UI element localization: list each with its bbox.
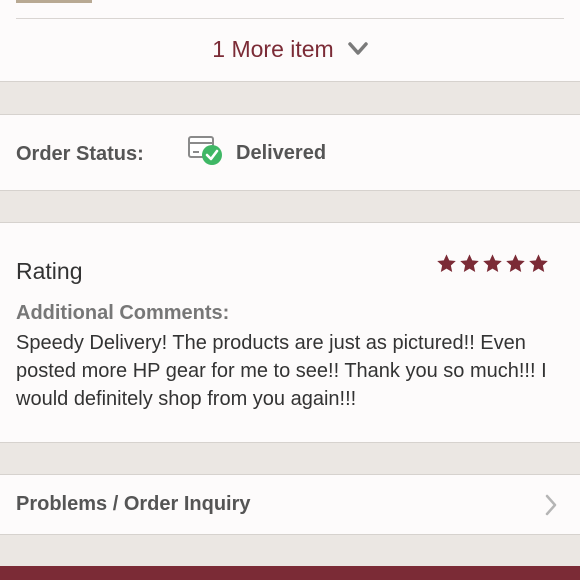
star-icon: [529, 254, 548, 272]
star-icon: [483, 254, 502, 272]
rating-card: Rating Additional Comments: Speedy Deliv…: [0, 222, 580, 443]
order-items-card: 1 More item: [0, 0, 580, 82]
more-items-button[interactable]: 1 More item: [0, 32, 580, 66]
chevron-right-icon: [544, 493, 558, 522]
additional-comments-label: Additional Comments:: [16, 302, 230, 324]
star-icon: [437, 254, 456, 272]
divider: [16, 18, 564, 19]
problems-order-inquiry-row[interactable]: Problems / Order Inquiry: [0, 474, 580, 535]
chevron-down-icon: [347, 42, 368, 56]
order-status-label: Order Status:: [16, 143, 144, 165]
star-icon: [506, 254, 525, 272]
order-status-card: Order Status: Delivered: [0, 114, 580, 191]
item-thumbnail[interactable]: [16, 0, 92, 3]
more-items-label: 1 More item: [212, 35, 334, 62]
bottom-action-bar[interactable]: [0, 566, 580, 580]
problems-order-inquiry-label: Problems / Order Inquiry: [16, 493, 251, 515]
additional-comments-text: Speedy Delivery! The products are just a…: [16, 332, 547, 410]
rating-label: Rating: [16, 258, 83, 284]
star-rating: [436, 253, 549, 274]
order-status-value: Delivered: [236, 142, 327, 164]
package-delivered-icon: [187, 135, 225, 167]
star-icon: [460, 254, 479, 272]
